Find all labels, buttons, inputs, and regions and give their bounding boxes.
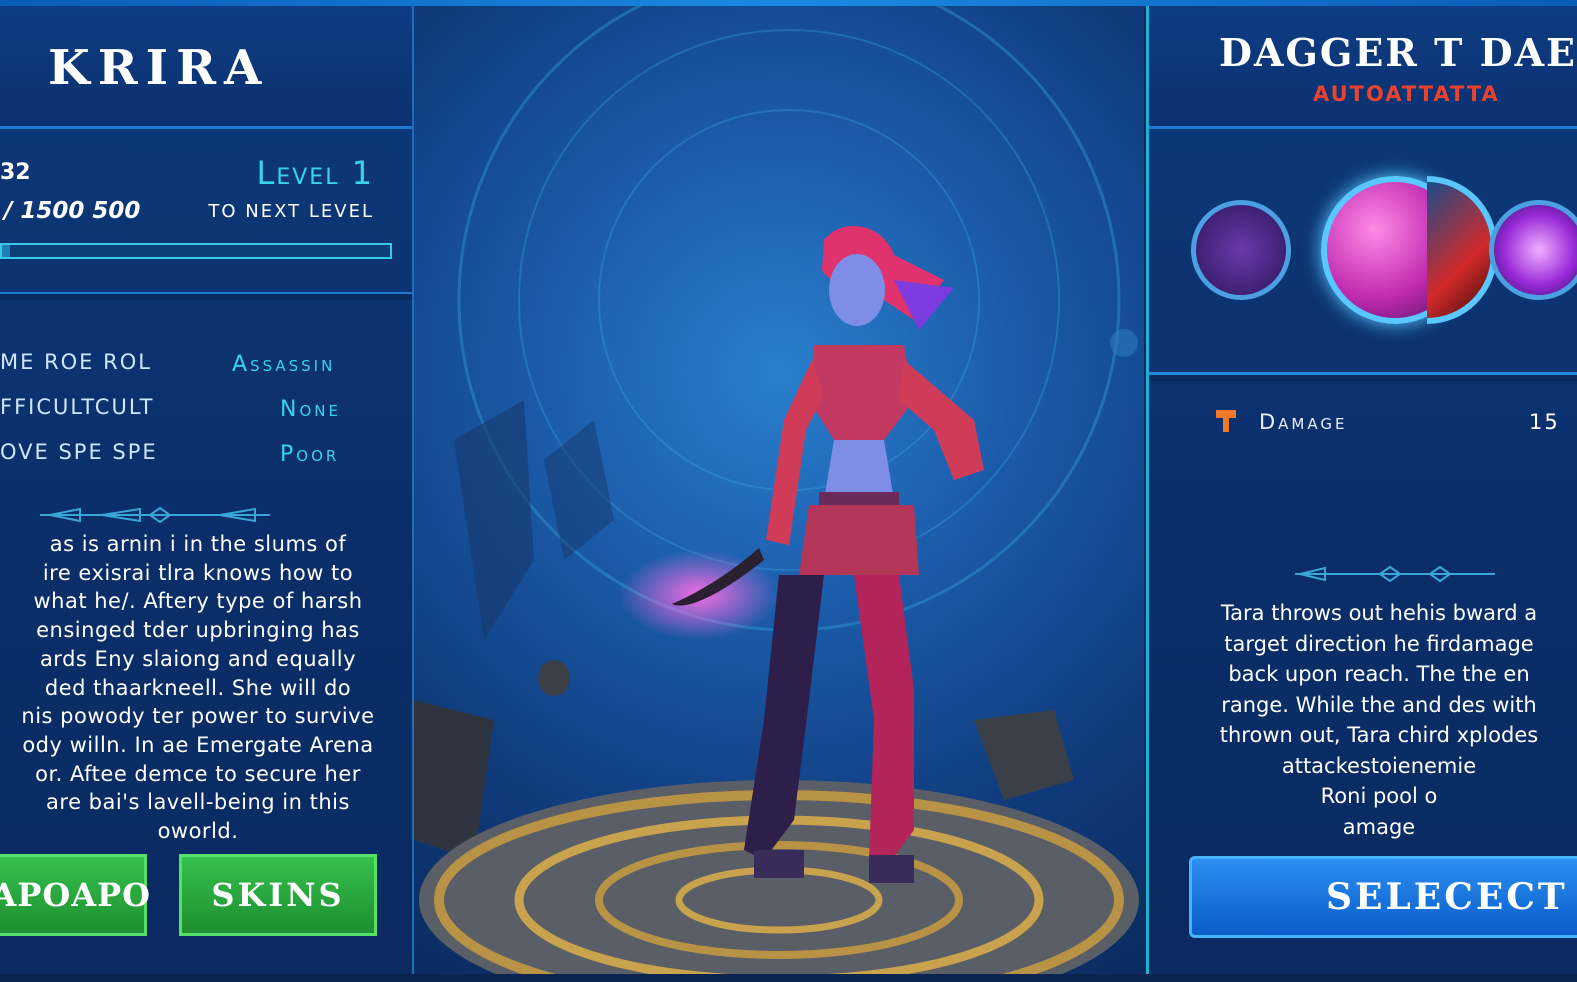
level-label: Level 1 bbox=[256, 154, 374, 192]
select-button[interactable]: SELECECT bbox=[1189, 856, 1577, 938]
stat-label-role: ME ROE ROL bbox=[0, 350, 152, 374]
bottom-border-strip bbox=[0, 974, 1577, 982]
silhouette-skill-icon[interactable] bbox=[1191, 200, 1291, 300]
stat-label-damage: Damage bbox=[1259, 410, 1348, 434]
violet-burst-skill-icon[interactable] bbox=[1489, 200, 1577, 300]
section-divider bbox=[1149, 372, 1577, 381]
top-border-strip bbox=[0, 0, 1577, 6]
hero-lore: as is arnin i in the slums of ire exisra… bbox=[21, 532, 375, 844]
weapon-button[interactable]: EAPOAPO bbox=[0, 854, 150, 936]
xp-current: 32 bbox=[0, 160, 31, 185]
stat-label-difficulty: FFICULTCULT bbox=[0, 395, 155, 419]
ornament-divider bbox=[1295, 565, 1495, 583]
ability-type: AUTOATTATTA bbox=[1313, 82, 1500, 106]
damage-icon bbox=[1216, 410, 1236, 432]
red-blade-skill-icon[interactable] bbox=[1427, 176, 1497, 324]
next-level-text: TO NEXT LEVEL bbox=[208, 201, 374, 222]
hero-header: KRIRA bbox=[0, 0, 412, 129]
stat-value-damage: 15 bbox=[1529, 410, 1560, 434]
stat-value-role: Assassin bbox=[232, 352, 336, 377]
hero-info-panel: KRIRA 32 / 1500 500 Level 1 TO NEXT LEVE… bbox=[0, 0, 414, 982]
skins-button[interactable]: SKINS bbox=[179, 854, 377, 936]
stat-value-difficulty: None bbox=[280, 397, 341, 422]
hero-preview-viewport[interactable] bbox=[414, 0, 1144, 982]
xp-progress-bar bbox=[0, 243, 392, 259]
xp-total: / 1500 500 bbox=[4, 198, 141, 224]
stat-label-move-speed: OVE SPE SPE bbox=[0, 440, 158, 464]
ability-header: DAGGER T DAE AUTOATTATTA bbox=[1149, 0, 1577, 129]
xp-progress-fill bbox=[2, 245, 10, 257]
stat-value-move-speed: Poor bbox=[280, 442, 340, 467]
hero-name: KRIRA bbox=[48, 40, 270, 96]
ornament-divider bbox=[40, 506, 270, 524]
ability-name: DAGGER T DAE bbox=[1219, 30, 1577, 75]
ability-info-panel: DAGGER T DAE AUTOATTATTA Damage 15 Tara … bbox=[1146, 0, 1577, 982]
ability-description: Tara throws out hehis bward a target dir… bbox=[1219, 601, 1539, 839]
section-divider bbox=[0, 292, 412, 300]
hero-character-model[interactable] bbox=[414, 0, 1144, 982]
